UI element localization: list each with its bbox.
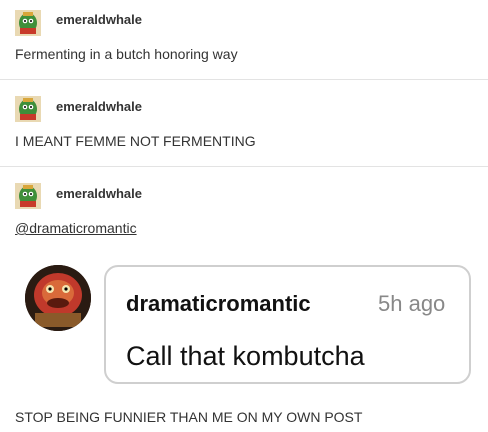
avatar-icon[interactable]: [15, 10, 41, 36]
post-caption: STOP BEING FUNNIER THAN ME ON MY OWN POS…: [15, 409, 363, 425]
post-text: Fermenting in a butch honoring way: [15, 46, 238, 62]
post-username[interactable]: emeraldwhale: [56, 12, 142, 27]
divider: [0, 166, 488, 167]
post-username[interactable]: emeraldwhale: [56, 99, 142, 114]
reply-avatar-icon: [25, 265, 91, 331]
avatar-icon[interactable]: [15, 183, 41, 209]
avatar-icon[interactable]: [15, 96, 41, 122]
divider: [0, 79, 488, 80]
reply-username[interactable]: dramaticromantic: [126, 291, 311, 317]
reply-card: dramaticromantic 5h ago Call that kombut…: [104, 265, 471, 384]
mention-link[interactable]: @dramaticromantic: [15, 220, 137, 236]
post-text: I MEANT FEMME NOT FERMENTING: [15, 133, 256, 149]
reply-text: Call that kombutcha: [126, 341, 365, 371]
post-username[interactable]: emeraldwhale: [56, 186, 142, 201]
reply-timestamp: 5h ago: [378, 291, 446, 316]
